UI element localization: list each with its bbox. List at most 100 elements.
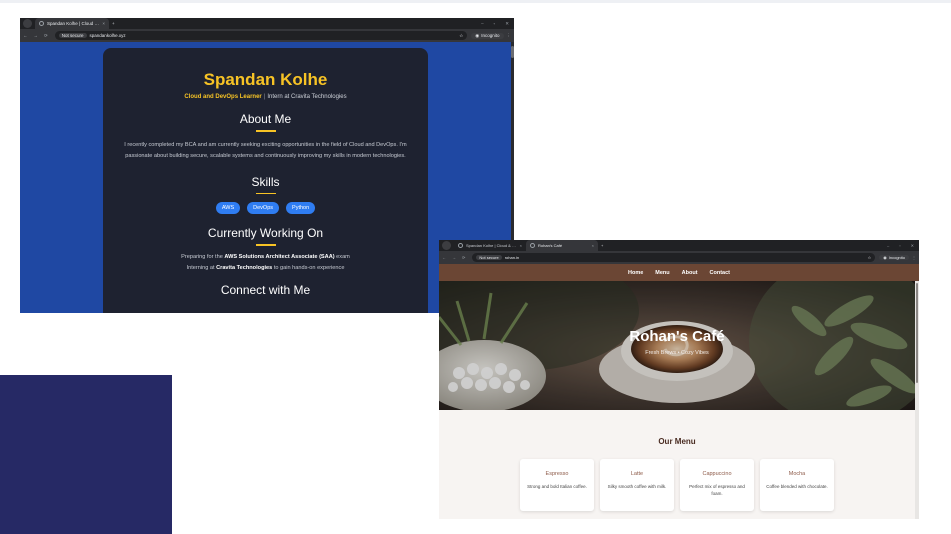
portfolio-card: Spandan Kolhe Cloud and DevOps Learner | I… (103, 48, 428, 313)
security-chip[interactable]: Not secure (476, 255, 502, 260)
nav-link-menu[interactable]: Menu (655, 270, 669, 276)
reload-button[interactable]: ⟳ (41, 33, 51, 39)
address-bar[interactable]: Not secure spandankolhe.xyz ☆ (54, 31, 468, 40)
maximize-button[interactable]: ▫ (489, 21, 501, 26)
menu-item-description: Strong and bold Italian coffee. (527, 484, 587, 489)
coffee-hero-image (439, 281, 915, 410)
menu-item-description: Coffee blended with chocolate. (766, 484, 828, 489)
maximize-button[interactable]: ▫ (894, 243, 905, 248)
working-text: exam (334, 253, 350, 260)
skill-badge-devops: DevOps (247, 202, 280, 214)
top-divider (0, 0, 951, 3)
connect-heading: Connect with Me (220, 282, 311, 297)
menu-card-cappuccino: Cappuccino Perfect mix of espresso and f… (680, 459, 754, 511)
minimize-button[interactable]: – (882, 243, 894, 248)
menu-card-latte: Latte Silky smooth coffee with milk. (600, 459, 674, 511)
tab-bar: Spandan Kolhe | Cloud & Dev × + – ▫ ✕ (20, 18, 514, 29)
menu-item-description: Perfect mix of espresso and foam. (689, 484, 745, 496)
close-tab-icon[interactable]: × (520, 243, 522, 248)
nav-link-contact[interactable]: Contact (710, 270, 730, 276)
back-button[interactable]: ← (439, 255, 449, 260)
security-chip[interactable]: Not secure (58, 33, 87, 38)
menu-item-name: Latte (630, 471, 644, 477)
scrollbar-thumb[interactable] (916, 283, 918, 383)
address-bar[interactable]: Not secure rohan.in ☆ (472, 253, 876, 262)
hero-banner: Rohan's Café Fresh Brews • Cozy Vibes (439, 281, 915, 410)
nav-link-about[interactable]: About (682, 270, 698, 276)
url-text[interactable]: rohan.in (505, 255, 519, 260)
heading-underline (255, 130, 276, 132)
globe-icon (530, 243, 535, 248)
incognito-icon: ◉ (475, 32, 480, 38)
browser-menu-icon[interactable]: ⋮ (909, 255, 919, 260)
menu-item-name: Mocha (788, 471, 806, 477)
about-heading: About Me (239, 112, 292, 126)
working-heading: Currently Working On (207, 226, 324, 240)
skill-badge-python: Python (286, 202, 316, 214)
tab-cafe[interactable]: Rohan's Café × (526, 240, 598, 251)
working-text: to gain hands-on experience (272, 264, 345, 271)
working-text: Interning at (186, 264, 217, 271)
tab-bar: Spandan Kolhe | Cloud & Dev × Rohan's Ca… (439, 240, 919, 251)
incognito-indicator[interactable]: ◉ Incognito (471, 32, 504, 39)
bookmark-star-icon[interactable]: ☆ (868, 255, 872, 260)
working-item-certification: Preparing for the AWS Solutions Architec… (103, 254, 428, 260)
new-tab-button[interactable]: + (598, 243, 606, 248)
close-tab-icon[interactable]: × (592, 243, 594, 248)
nav-link-home[interactable]: Home (628, 270, 643, 276)
menu-heading: Our Menu (658, 437, 696, 446)
working-item-internship: Interning at Cravita Technologies to gai… (103, 265, 428, 271)
browser-toolbar: ← → ⟳ Not secure rohan.in ☆ ◉ Incognito … (439, 251, 919, 264)
tagline: Cloud and DevOps Learner | Intern at Cravi… (103, 94, 428, 100)
working-text: Preparing for the (181, 253, 225, 260)
close-window-button[interactable]: ✕ (500, 21, 514, 27)
forward-button[interactable]: → (31, 33, 42, 38)
skills-heading: Skills (251, 174, 280, 189)
cafe-browser-window: Spandan Kolhe | Cloud & Dev × Rohan's Ca… (439, 240, 919, 519)
heading-underline (255, 192, 276, 194)
tab-search-button[interactable] (23, 19, 32, 28)
cafe-viewport: Home Menu About Contact Rohan's Café Fre… (439, 264, 919, 519)
heading-underline (255, 244, 276, 246)
cafe-navbar: Home Menu About Contact (439, 264, 919, 281)
page-title: Spandan Kolhe (203, 70, 328, 89)
browser-toolbar: ← → ⟳ Not secure spandankolhe.xyz ☆ ◉ In… (20, 29, 514, 42)
url-text[interactable]: spandankolhe.xyz (90, 33, 126, 38)
bookmark-star-icon[interactable]: ☆ (459, 33, 463, 39)
menu-item-name: Cappuccino (702, 471, 732, 477)
skills-list: AWS DevOps Python (103, 202, 428, 214)
incognito-label: Incognito (481, 33, 500, 38)
reload-button[interactable]: ⟳ (459, 255, 468, 260)
menu-item-description: Silky smooth coffee with milk. (607, 484, 667, 489)
skill-badge-aws: AWS (215, 202, 241, 214)
menu-card-mocha: Mocha Coffee blended with chocolate. (760, 459, 834, 511)
tab-portfolio[interactable]: Spandan Kolhe | Cloud & Dev × (454, 240, 526, 251)
incognito-label: Incognito (888, 255, 905, 260)
menu-card-list: Espresso Strong and bold Italian coffee.… (520, 459, 834, 511)
menu-item-name: Espresso (545, 471, 569, 477)
tab-title: Rohan's Café (538, 243, 563, 248)
scrollbar[interactable] (915, 281, 919, 519)
tab-search-button[interactable] (442, 241, 451, 250)
new-tab-button[interactable]: + (109, 21, 118, 26)
incognito-indicator[interactable]: ◉ Incognito (879, 255, 909, 260)
close-tab-icon[interactable]: × (102, 21, 105, 26)
working-emphasis: AWS Solutions Architect Associate (SAA) (224, 253, 335, 260)
globe-icon (458, 243, 463, 248)
tab-title: Spandan Kolhe | Cloud & Dev (47, 21, 99, 26)
incognito-icon: ◉ (883, 255, 887, 260)
hero-title: Rohan's Café (629, 328, 725, 345)
minimize-button[interactable]: – (476, 21, 489, 26)
scrollbar-thumb[interactable] (511, 46, 514, 58)
navy-color-block (0, 375, 172, 534)
menu-card-espresso: Espresso Strong and bold Italian coffee. (520, 459, 594, 511)
desktop-canvas: Spandan Kolhe | Cloud & Dev × + – ▫ ✕ ← … (0, 0, 951, 534)
about-text: I recently completed my BCA and am curre… (124, 141, 407, 160)
tagline-role: Cloud and DevOps Learner (184, 94, 262, 100)
forward-button[interactable]: → (449, 255, 459, 260)
close-window-button[interactable]: ✕ (906, 243, 919, 248)
tab-portfolio[interactable]: Spandan Kolhe | Cloud & Dev × (35, 18, 109, 29)
back-button[interactable]: ← (20, 33, 31, 38)
browser-menu-icon[interactable]: ⋮ (504, 33, 515, 39)
globe-icon (39, 21, 44, 26)
